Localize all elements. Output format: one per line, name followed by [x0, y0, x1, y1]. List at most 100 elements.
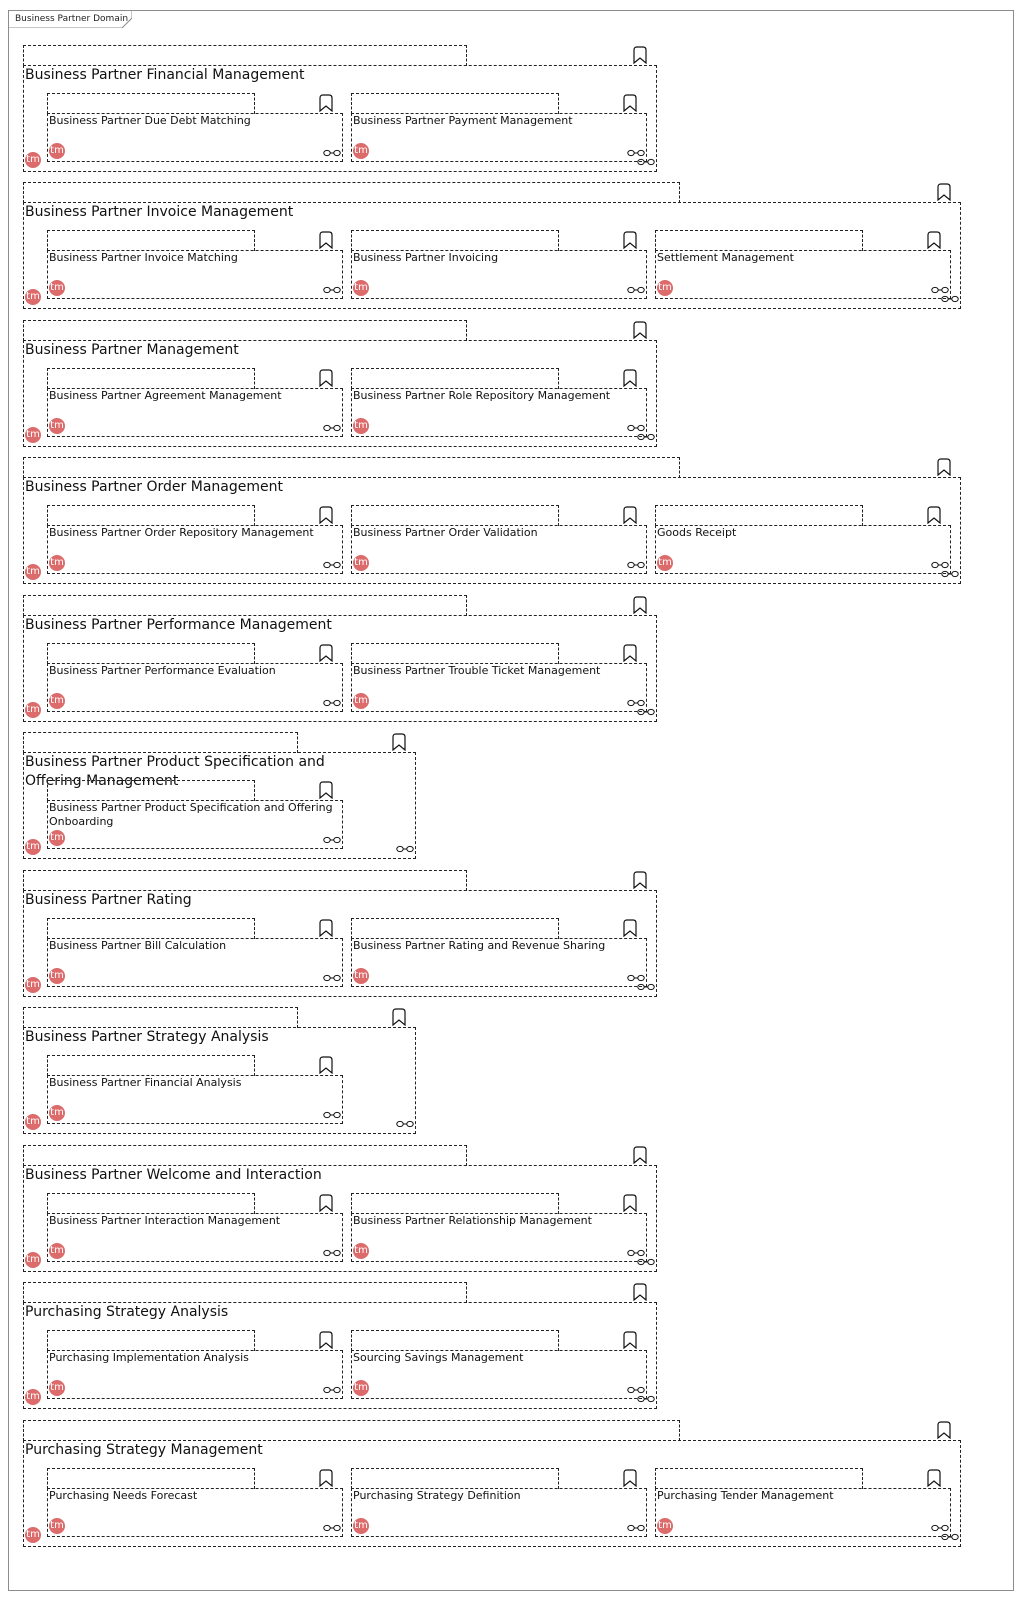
bookmark-icon	[937, 1421, 951, 1439]
chain-link-icon	[323, 836, 341, 844]
tm-badge-icon: tm	[657, 555, 673, 571]
tm-badge-icon: tm	[25, 1114, 41, 1130]
tm-badge-icon: tm	[353, 1380, 369, 1396]
bookmark-icon	[392, 733, 406, 751]
item-tab	[351, 918, 559, 939]
tm-badge-icon: tm	[49, 555, 65, 571]
tm-badge-icon: tm	[49, 143, 65, 159]
tm-badge-icon: tm	[25, 1527, 41, 1543]
item-title: Business Partner Product Specification a…	[49, 801, 333, 828]
group-tab	[23, 457, 680, 478]
tm-badge-icon: tm	[25, 1252, 41, 1268]
bookmark-icon	[927, 506, 941, 524]
bookmark-icon	[623, 1194, 637, 1212]
item-title: Business Partner Role Repository Managem…	[353, 389, 611, 402]
bookmark-icon	[623, 506, 637, 524]
chain-link-icon	[323, 286, 341, 294]
bookmark-icon	[319, 919, 333, 937]
bookmark-icon	[623, 369, 637, 387]
chain-link-icon	[323, 1386, 341, 1394]
chain-link-icon	[396, 845, 414, 853]
item-tab	[655, 230, 863, 251]
chain-link-icon	[323, 1111, 341, 1119]
chain-link-icon	[323, 1524, 341, 1532]
bookmark-icon	[319, 1469, 333, 1487]
item-title: Purchasing Needs Forecast	[49, 1489, 198, 1502]
chain-link-icon	[627, 1386, 645, 1394]
chain-link-icon	[931, 1524, 949, 1532]
bookmark-icon	[937, 458, 951, 476]
bookmark-icon	[319, 1056, 333, 1074]
item-title: Business Partner Performance Evaluation	[49, 664, 276, 677]
item-tab	[351, 93, 559, 114]
item-title: Business Partner Due Debt Matching	[49, 114, 251, 127]
tm-badge-icon: tm	[353, 555, 369, 571]
tm-badge-icon: tm	[49, 830, 65, 846]
diagram-title: Business Partner Domain	[15, 14, 129, 24]
tm-badge-icon: tm	[49, 1518, 65, 1534]
bookmark-icon	[319, 94, 333, 112]
tm-badge-icon: tm	[49, 1105, 65, 1121]
tm-badge-icon: tm	[353, 693, 369, 709]
item-tab	[351, 230, 559, 251]
group-title: Business Partner Rating	[25, 892, 192, 908]
tm-badge-icon: tm	[25, 427, 41, 443]
chain-link-icon	[396, 1120, 414, 1128]
item-tab	[351, 1468, 559, 1489]
item-title: Purchasing Tender Management	[657, 1489, 834, 1502]
tm-badge-icon: tm	[657, 280, 673, 296]
item-title: Business Partner Order Repository Manage…	[49, 526, 314, 539]
bookmark-icon	[319, 1194, 333, 1212]
bookmark-icon	[392, 1008, 406, 1026]
chain-link-icon	[323, 1249, 341, 1257]
tm-badge-icon: tm	[353, 418, 369, 434]
tm-badge-icon: tm	[353, 968, 369, 984]
item-title: Business Partner Financial Analysis	[49, 1076, 242, 1089]
group-tab	[23, 732, 298, 753]
chain-link-icon	[323, 699, 341, 707]
item-title: Business Partner Invoicing	[353, 251, 499, 264]
group-title: Business Partner Welcome and Interaction	[25, 1167, 322, 1183]
tm-badge-icon: tm	[49, 1243, 65, 1259]
group-title: Purchasing Strategy Management	[25, 1442, 263, 1458]
tm-badge-icon: tm	[25, 977, 41, 993]
group-title: Business Partner Order Management	[25, 479, 283, 495]
item-tab	[47, 780, 255, 801]
bookmark-icon	[633, 1146, 647, 1164]
item-tab	[47, 93, 255, 114]
group-title: Business Partner Financial Management	[25, 67, 305, 83]
group-tab	[23, 1282, 467, 1303]
bookmark-icon	[319, 231, 333, 249]
item-tab	[47, 1055, 255, 1076]
tm-badge-icon: tm	[353, 1518, 369, 1534]
item-title: Business Partner Bill Calculation	[49, 939, 227, 952]
chain-link-icon	[627, 561, 645, 569]
tm-badge-icon: tm	[353, 1243, 369, 1259]
tm-badge-icon: tm	[657, 1518, 673, 1534]
chain-link-icon	[627, 424, 645, 432]
bookmark-icon	[633, 871, 647, 889]
bookmark-icon	[319, 369, 333, 387]
group-tab	[23, 595, 467, 616]
bookmark-icon	[623, 94, 637, 112]
bookmark-icon	[623, 231, 637, 249]
tm-badge-icon: tm	[49, 1380, 65, 1396]
item-tab	[655, 505, 863, 526]
tm-badge-icon: tm	[353, 280, 369, 296]
item-title: Sourcing Savings Management	[353, 1351, 524, 1364]
bookmark-icon	[319, 1331, 333, 1349]
item-tab	[655, 1468, 863, 1489]
tm-badge-icon: tm	[49, 693, 65, 709]
tm-badge-icon: tm	[49, 418, 65, 434]
item-tab	[47, 1330, 255, 1351]
bookmark-icon	[633, 1283, 647, 1301]
item-tab	[47, 1193, 255, 1214]
item-tab	[47, 230, 255, 251]
tm-badge-icon: tm	[25, 289, 41, 305]
chain-link-icon	[627, 1524, 645, 1532]
bookmark-icon	[623, 1331, 637, 1349]
bookmark-icon	[319, 781, 333, 799]
item-tab	[47, 1468, 255, 1489]
chain-link-icon	[931, 561, 949, 569]
item-title: Business Partner Invoice Matching	[49, 251, 238, 264]
